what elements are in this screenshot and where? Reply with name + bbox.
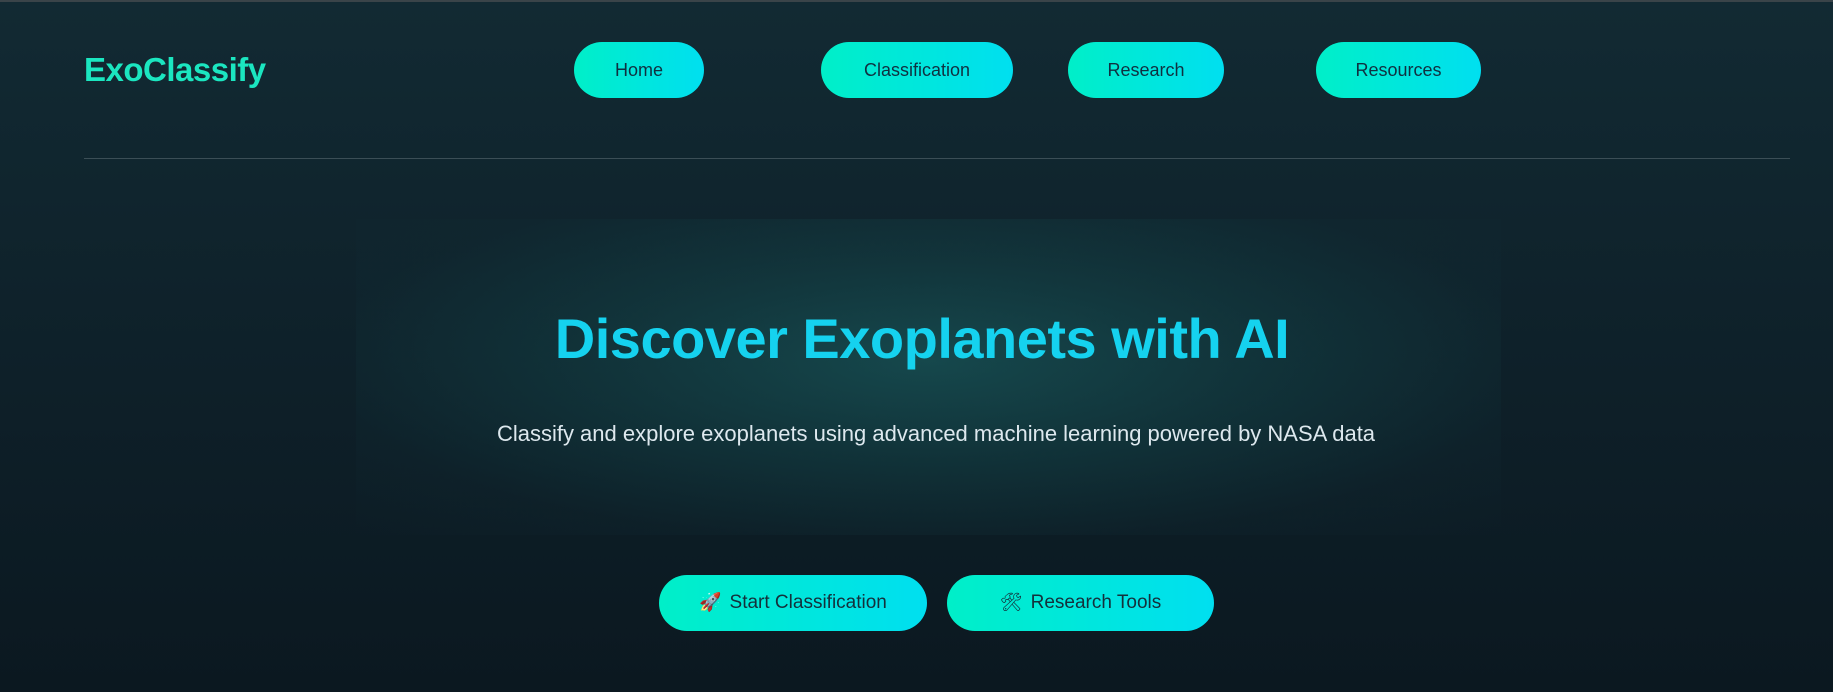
research-tools-label: Research Tools xyxy=(1030,592,1162,613)
nav-home-button[interactable]: Home xyxy=(574,42,704,98)
tools-icon: 🛠 xyxy=(999,592,1023,613)
hero-glow xyxy=(356,219,1501,535)
hero-title: Discover Exoplanets with AI xyxy=(554,307,1290,370)
window-top-border xyxy=(0,0,1833,2)
start-classification-button[interactable]: 🚀 Start Classification xyxy=(659,575,927,631)
start-classification-label: Start Classification xyxy=(729,592,887,613)
nav-research-button[interactable]: Research xyxy=(1068,42,1224,98)
header-divider xyxy=(84,158,1790,159)
nav-resources-button[interactable]: Resources xyxy=(1316,42,1481,98)
hero-subtitle: Classify and explore exoplanets using ad… xyxy=(496,421,1376,446)
research-tools-button[interactable]: 🛠 Research Tools xyxy=(947,575,1214,631)
nav-classification-button[interactable]: Classification xyxy=(821,42,1013,98)
brand-logo[interactable]: ExoClassify xyxy=(84,49,266,91)
rocket-icon: 🚀 xyxy=(699,592,722,613)
